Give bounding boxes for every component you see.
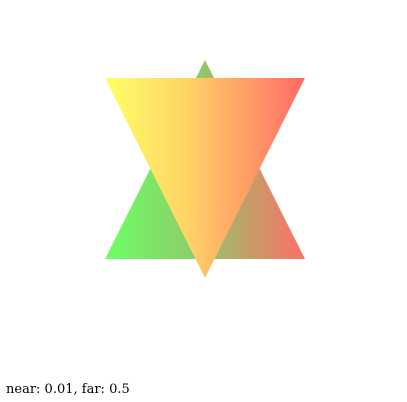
near-label: near [6,382,37,397]
far-value: 0.5 [109,382,130,397]
scene-svg [105,60,305,278]
near-value: 0.01 [44,382,74,397]
far-label: far [81,382,101,397]
clip-plane-readout: near: 0.01, far: 0.5 [6,382,130,397]
webgl-canvas [0,0,407,372]
